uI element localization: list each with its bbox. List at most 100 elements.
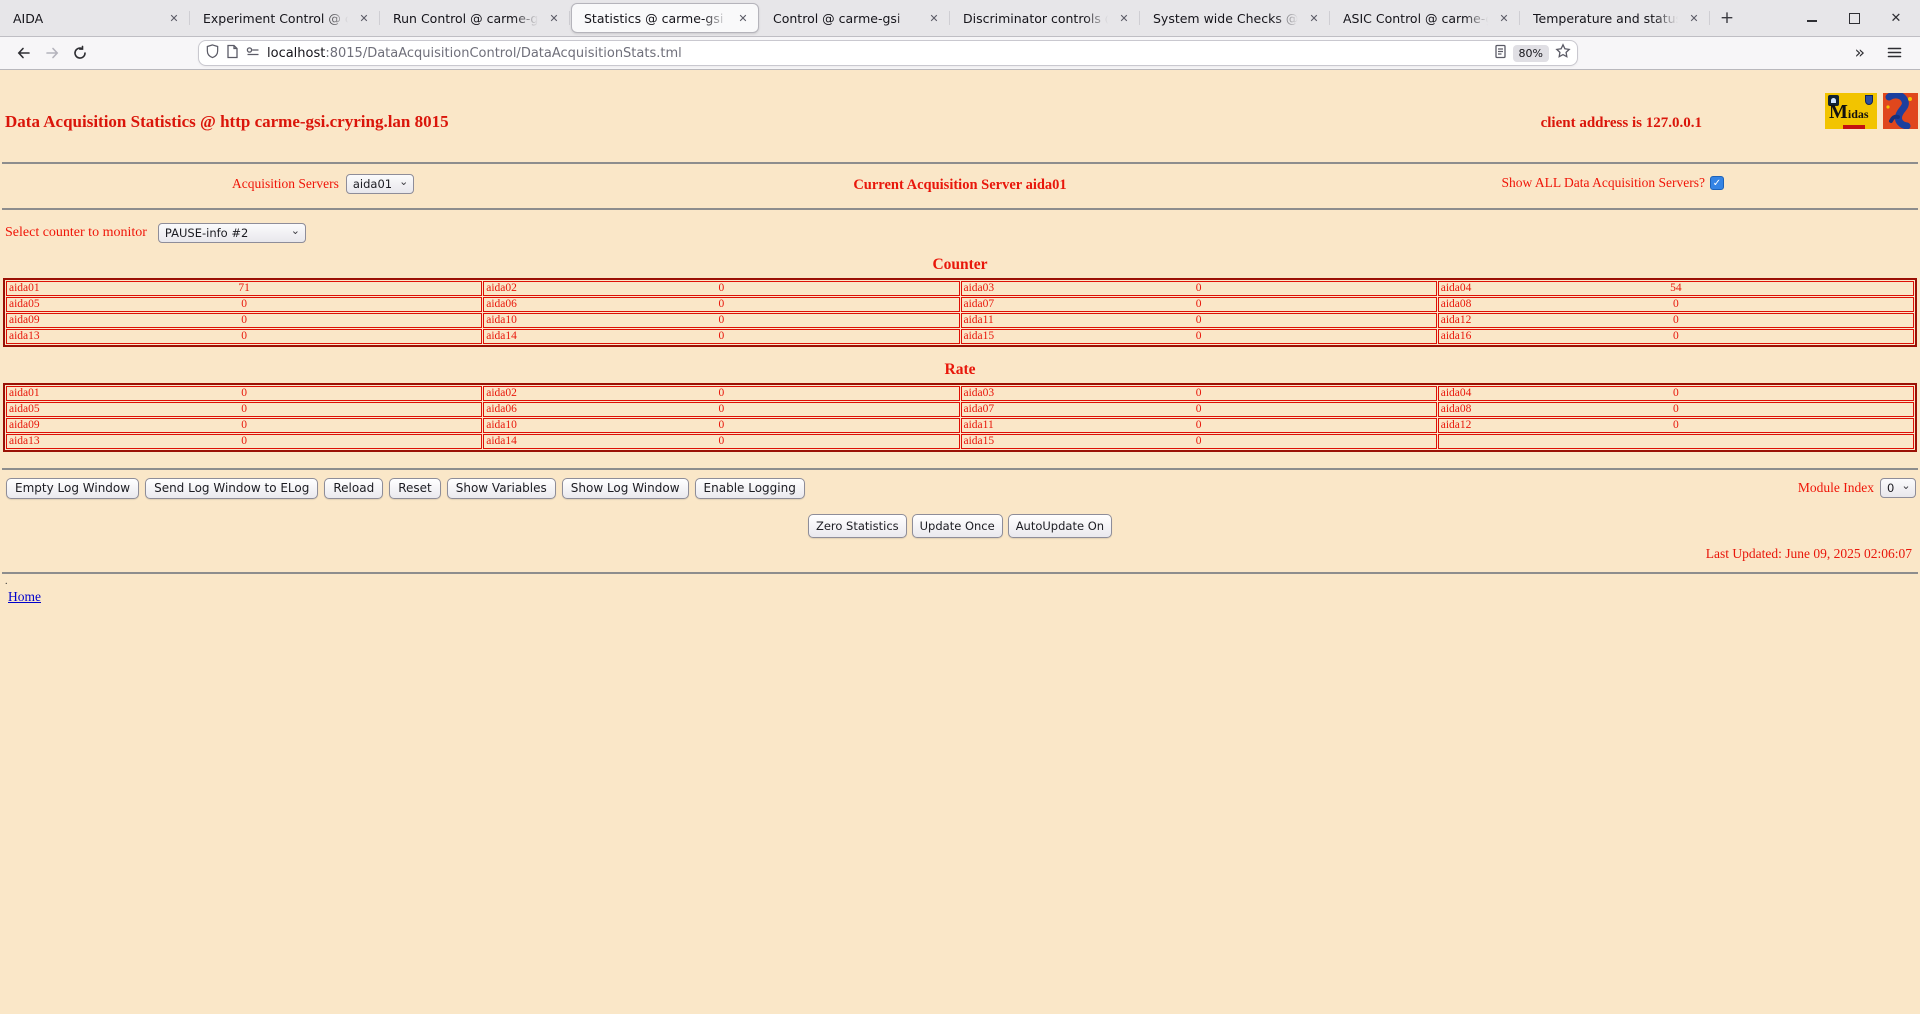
rate-value: 0	[1673, 403, 1679, 415]
autoupdate-on-button[interactable]: AutoUpdate On	[1007, 514, 1113, 538]
tab-control-carme-gsi[interactable]: Control @ carme-gsi	[761, 3, 950, 33]
minimize-icon[interactable]	[1804, 10, 1820, 26]
url-bar[interactable]: localhost:8015/DataAcquisitionControl/Da…	[198, 40, 1578, 66]
tab-close-icon[interactable]	[1497, 12, 1511, 25]
rate-cell: aida09 0	[6, 418, 483, 433]
rate-value: 0	[1673, 387, 1679, 399]
reload-button[interactable]	[66, 40, 94, 66]
counter-value: 0	[241, 330, 247, 342]
tab-close-icon[interactable]	[927, 12, 941, 25]
update-once-button[interactable]: Update Once	[911, 514, 1003, 538]
server-name: aida06	[486, 298, 517, 310]
tab-label: Experiment Control @ ca	[203, 10, 351, 26]
enable-logging-button[interactable]: Enable Logging	[694, 478, 805, 499]
shield-icon[interactable]	[205, 43, 220, 63]
table-row: aida09 0 aida10 0 aida11 0 aida12 0	[6, 418, 1914, 433]
midas-logo: Midas	[1825, 93, 1877, 129]
reload-button[interactable]: Reload	[324, 478, 384, 499]
rate-cell: aida11 0	[960, 418, 1437, 433]
url-text[interactable]: localhost:8015/DataAcquisitionControl/Da…	[267, 46, 1488, 61]
tab-statistics-carme-gsi[interactable]: Statistics @ carme-gsi	[571, 3, 759, 33]
page-header: Data Acquisition Statistics @ http carme…	[0, 70, 1920, 162]
zoom-level-badge[interactable]: 80%	[1512, 44, 1549, 62]
module-index-label: Module Index	[1797, 480, 1874, 495]
reader-mode-icon[interactable]	[1494, 44, 1507, 63]
url-host: localhost	[267, 45, 326, 61]
counter-cell: aida13 0	[6, 329, 483, 344]
tab-close-icon[interactable]	[547, 12, 561, 25]
server-name: aida02	[486, 282, 517, 294]
stat-buttons: Zero Statistics Update Once AutoUpdate On	[0, 514, 1920, 538]
rate-cell: aida10 0	[483, 418, 960, 433]
institute-logo	[1883, 93, 1918, 129]
counter-value: 0	[1673, 314, 1679, 326]
tab-experiment-control-ca[interactable]: Experiment Control @ ca	[191, 3, 380, 33]
rate-value: 0	[718, 435, 725, 447]
server-name: aida05	[9, 298, 40, 310]
table-row: aida13 0 aida14 0 aida15 0	[6, 434, 1914, 449]
table-row: aida01 71 aida02 0 aida03 0 aida04 54	[6, 281, 1914, 296]
counter-value: 0	[1195, 330, 1202, 342]
rate-value: 0	[241, 403, 247, 415]
bookmark-star-icon[interactable]	[1555, 43, 1571, 63]
close-window-icon[interactable]	[1888, 10, 1904, 26]
server-name: aida14	[486, 435, 517, 447]
back-button[interactable]	[10, 40, 38, 66]
server-name: aida14	[486, 330, 517, 342]
forward-button[interactable]	[38, 40, 66, 66]
server-name: aida11	[963, 314, 994, 326]
rate-value: 0	[241, 435, 247, 447]
divider	[2, 468, 1918, 470]
tab-close-icon[interactable]	[1117, 12, 1131, 25]
tab-close-icon[interactable]	[1687, 12, 1701, 25]
rate-cell	[1437, 434, 1914, 449]
server-name: aida04	[1440, 282, 1472, 294]
send-log-window-to-elog-button[interactable]: Send Log Window to ELog	[145, 478, 319, 499]
url-path: :8015/DataAcquisitionControl/DataAcquisi…	[325, 45, 682, 61]
rate-table: aida01 0 aida02 0 aida03 0 aida04 0 aida05 0 aida0…	[3, 383, 1917, 452]
rate-cell: aida07 0	[960, 402, 1437, 417]
show-all-servers-checkbox[interactable]	[1710, 176, 1724, 190]
tab-run-control-carme-gs[interactable]: Run Control @ carme-gs	[381, 3, 570, 33]
table-row: aida05 0 aida06 0 aida07 0 aida08 0	[6, 402, 1914, 417]
new-tab-button[interactable]: +	[1710, 0, 1744, 36]
tab-close-icon[interactable]	[167, 12, 181, 25]
dot-text: .	[5, 576, 8, 587]
reset-button[interactable]: Reset	[389, 478, 441, 499]
show-variables-button[interactable]: Show Variables	[446, 478, 556, 499]
tab-discriminator-controls[interactable]: Discriminator controls @	[951, 3, 1140, 33]
last-updated-text: Last Updated: June 09, 2025 02:06:07	[1705, 546, 1912, 561]
tab-system-wide-checks-c[interactable]: System wide Checks @ c	[1141, 3, 1330, 33]
zero-statistics-button[interactable]: Zero Statistics	[807, 514, 907, 538]
counter-value: 0	[718, 282, 725, 294]
server-name: aida10	[486, 419, 517, 431]
counter-value: 0	[241, 314, 247, 326]
rate-cell: aida05 0	[6, 402, 483, 417]
show-log-window-button[interactable]: Show Log Window	[561, 478, 689, 499]
server-name: aida13	[9, 435, 40, 447]
log-controls-row: Empty Log Window Send Log Window to ELog R…	[0, 476, 1920, 506]
tab-temperature-and-status-s[interactable]: Temperature and status s	[1521, 3, 1710, 33]
overflow-chevrons-icon[interactable]: »	[1855, 43, 1865, 63]
menu-hamburger-icon[interactable]	[1887, 44, 1902, 63]
tab-close-icon[interactable]	[357, 12, 371, 25]
empty-log-window-button[interactable]: Empty Log Window	[6, 478, 140, 499]
counter-value: 54	[1670, 282, 1682, 294]
counter-select-row: Select counter to monitor PAUSE-info #2	[0, 210, 1920, 256]
tab-close-icon[interactable]	[1307, 12, 1321, 25]
logos: Midas	[1825, 93, 1918, 129]
page-info-icon[interactable]	[226, 44, 239, 63]
module-index-select[interactable]: 0	[1880, 478, 1916, 498]
permissions-tunnel-icon[interactable]	[245, 44, 261, 63]
counter-monitor-select[interactable]: PAUSE-info #2	[157, 223, 306, 243]
counter-value: 0	[1673, 298, 1679, 310]
maximize-icon[interactable]	[1846, 10, 1862, 26]
rate-cell: aida15 0	[960, 434, 1437, 449]
home-link[interactable]: Home	[8, 589, 41, 605]
rate-cell: aida08 0	[1437, 402, 1914, 417]
tab-aida[interactable]: AIDA	[1, 3, 190, 33]
tab-asic-control-carme-g[interactable]: ASIC Control @ carme-g	[1331, 3, 1520, 33]
counter-select-label: Select counter to monitor	[5, 225, 147, 240]
tab-close-icon[interactable]	[736, 12, 750, 25]
counter-cell: aida16 0	[1437, 329, 1914, 344]
